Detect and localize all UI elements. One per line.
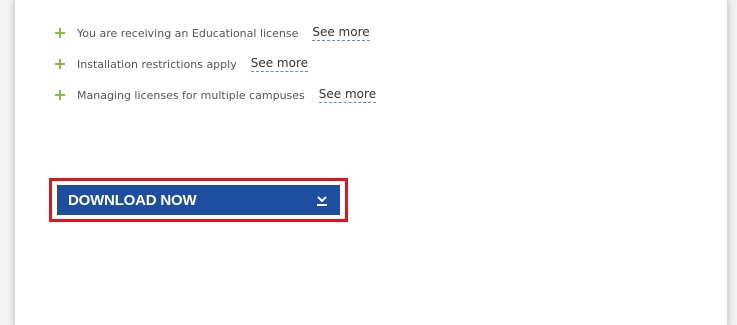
download-highlight-frame: DOWNLOAD NOW bbox=[49, 178, 348, 222]
license-info-item: Installation restrictions apply See more bbox=[55, 53, 376, 75]
license-info-text: Managing licenses for multiple campuses bbox=[77, 88, 305, 102]
license-info-text: Installation restrictions apply bbox=[77, 57, 237, 71]
download-chevron-icon bbox=[317, 196, 327, 206]
download-now-button[interactable]: DOWNLOAD NOW bbox=[57, 185, 340, 215]
see-more-link[interactable]: See more bbox=[250, 56, 308, 72]
plus-icon[interactable] bbox=[55, 90, 65, 100]
license-info-text: You are receiving an Educational license bbox=[77, 26, 299, 40]
plus-icon[interactable] bbox=[55, 28, 65, 38]
download-now-label: DOWNLOAD NOW bbox=[68, 191, 197, 209]
license-info-item: You are receiving an Educational license… bbox=[55, 22, 376, 44]
see-more-link[interactable]: See more bbox=[318, 87, 377, 103]
download-panel: You are receiving an Educational license… bbox=[14, 0, 728, 325]
plus-icon[interactable] bbox=[55, 59, 65, 69]
license-info-item: Managing licenses for multiple campuses … bbox=[55, 84, 377, 106]
license-info-list: You are receiving an Educational license… bbox=[55, 22, 377, 115]
see-more-link[interactable]: See more bbox=[312, 25, 370, 41]
